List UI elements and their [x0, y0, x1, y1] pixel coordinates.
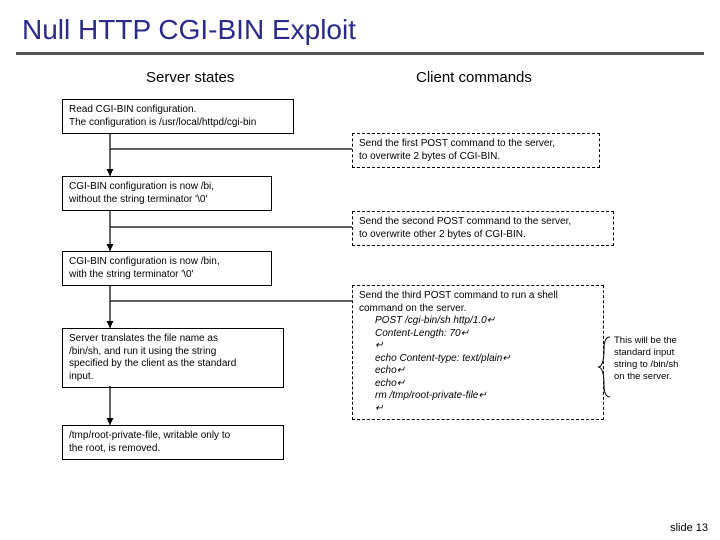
text: CGI-BIN configuration is now /bin, — [69, 256, 220, 267]
client-box-2: Send the second POST command to the serv… — [352, 211, 614, 246]
server-box-3: CGI-BIN configuration is now /bin, with … — [62, 251, 272, 286]
server-box-5: /tmp/root-private-file, writable only to… — [62, 425, 284, 460]
server-box-2: CGI-BIN configuration is now /bi, withou… — [62, 176, 272, 211]
text: echo↵ — [359, 378, 405, 389]
text: command on the server. — [359, 303, 466, 314]
client-commands-header: Client commands — [416, 69, 532, 86]
diagram-stage: Server states Client commands Read CGI-B… — [0, 63, 720, 493]
client-box-3: Send the third POST command to run a she… — [352, 285, 604, 420]
text: standard input — [614, 347, 674, 358]
text: This will be the — [614, 335, 677, 346]
text: specified by the client as the standard — [69, 358, 236, 369]
text: ↵ — [359, 340, 383, 351]
text: Content-Length: 70↵ — [359, 328, 469, 339]
text: Server translates the file name as — [69, 333, 218, 344]
server-box-4: Server translates the file name as /bin/… — [62, 328, 284, 388]
text: Send the second POST command to the serv… — [359, 216, 571, 227]
text: string to /bin/sh — [614, 359, 678, 370]
text: input. — [69, 371, 93, 382]
text: The configuration is /usr/local/httpd/cg… — [69, 117, 256, 128]
text: CGI-BIN configuration is now /bi, — [69, 181, 214, 192]
text: ↵ — [359, 403, 383, 414]
slide-title: Null HTTP CGI-BIN Exploit — [0, 0, 720, 50]
text: rm /tmp/root-private-file↵ — [359, 390, 487, 401]
text: echo Content-type: text/plain↵ — [359, 353, 511, 364]
text: /tmp/root-private-file, writable only to — [69, 430, 230, 441]
text: with the string terminator '\0' — [69, 269, 193, 280]
server-states-header: Server states — [146, 69, 234, 86]
server-box-1: Read CGI-BIN configuration. The configur… — [62, 99, 294, 134]
client-box-1: Send the first POST command to the serve… — [352, 133, 600, 168]
text: /bin/sh, and run it using the string — [69, 346, 216, 357]
text: POST /cgi-bin/sh http/1.0↵ — [359, 315, 495, 326]
text: echo↵ — [359, 365, 405, 376]
text: Read CGI-BIN configuration. — [69, 104, 196, 115]
text: on the server. — [614, 371, 672, 382]
title-rule — [16, 52, 704, 55]
text: to overwrite 2 bytes of CGI-BIN. — [359, 151, 500, 162]
text: Send the third POST command to run a she… — [359, 290, 558, 301]
text: Send the first POST command to the serve… — [359, 138, 555, 149]
side-note: This will be the standard input string t… — [614, 335, 710, 383]
text: to overwrite other 2 bytes of CGI-BIN. — [359, 229, 526, 240]
text: the root, is removed. — [69, 443, 160, 454]
slide-number: slide 13 — [670, 522, 708, 534]
text: without the string terminator '\0' — [69, 194, 207, 205]
